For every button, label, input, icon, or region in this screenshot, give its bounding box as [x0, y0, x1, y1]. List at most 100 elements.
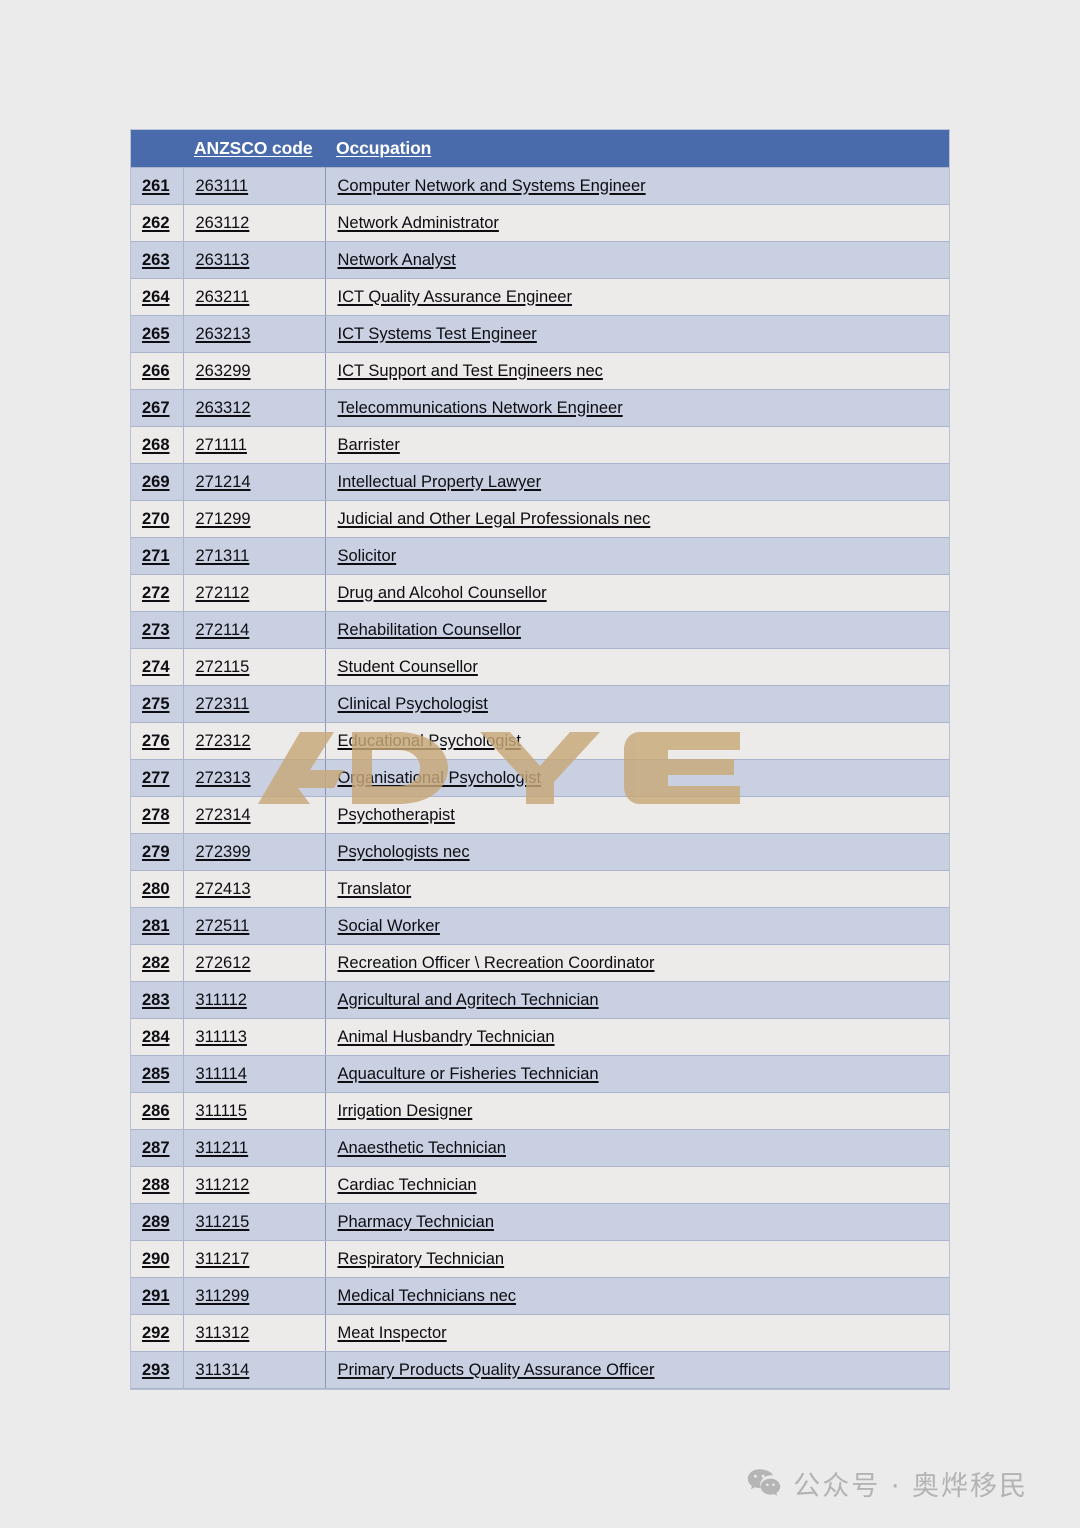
anzsco-code-cell: 311212	[183, 1165, 326, 1204]
table-row: 289 311215 Pharmacy Technician	[131, 1202, 949, 1241]
anzsco-code-value: 311211	[195, 1138, 249, 1157]
anzsco-code-value: 272114	[195, 620, 250, 639]
occupation-value: Aquaculture or Fisheries Technician	[337, 1064, 599, 1083]
anzsco-code-value: 271214	[195, 472, 251, 491]
row-index-value: 277	[141, 768, 170, 787]
footer-account-text: 公众号 · 奥烨移民	[793, 1470, 1028, 1502]
row-index-cell: 292	[131, 1313, 184, 1352]
table-row: 273 272114 Rehabilitation Counsellor	[131, 610, 949, 649]
anzsco-code-value: 311299	[195, 1286, 250, 1305]
row-index-value: 279	[141, 842, 170, 861]
row-index-cell: 290	[131, 1239, 184, 1278]
anzsco-code-cell: 311114	[183, 1054, 326, 1093]
anzsco-code-cell: 272311	[183, 684, 326, 723]
row-index-value: 283	[141, 990, 170, 1009]
anzsco-code-cell: 311112	[183, 980, 326, 1019]
anzsco-code-value: 272314	[195, 805, 251, 824]
occupation-cell: Cardiac Technician	[325, 1165, 949, 1204]
table-header-row: ANZSCO code Occupation	[131, 130, 949, 167]
row-index-value: 282	[141, 953, 170, 972]
occupation-value: Network Analyst	[337, 250, 456, 269]
occupation-cell: Anaesthetic Technician	[325, 1128, 949, 1167]
occupation-value: Anaesthetic Technician	[337, 1138, 506, 1157]
row-index-cell: 280	[131, 869, 184, 908]
occupation-cell: ICT Systems Test Engineer	[325, 314, 949, 353]
table-row: 264 263211 ICT Quality Assurance Engineer	[131, 277, 949, 316]
anzsco-code-value: 263312	[195, 398, 251, 417]
row-index-cell: 271	[131, 536, 184, 575]
anzsco-code-cell: 311312	[183, 1313, 326, 1352]
anzsco-code-value: 263213	[195, 324, 251, 343]
anzsco-code-value: 311314	[195, 1360, 250, 1379]
anzsco-code-cell: 263113	[183, 240, 326, 279]
row-index-value: 278	[141, 805, 170, 824]
table-row: 278 272314 Psychotherapist	[131, 795, 949, 834]
row-index-cell: 285	[131, 1054, 184, 1093]
row-index-value: 276	[141, 731, 170, 750]
row-index-cell: 272	[131, 573, 184, 612]
anzsco-code-value: 311114	[195, 1064, 247, 1083]
row-index-cell: 266	[131, 351, 184, 390]
table-row: 263 263113 Network Analyst	[131, 240, 949, 279]
occupation-cell: Judicial and Other Legal Professionals n…	[325, 499, 949, 538]
occupation-cell: Solicitor	[325, 536, 949, 575]
table-row: 265 263213 ICT Systems Test Engineer	[131, 314, 949, 353]
occupation-cell: Agricultural and Agritech Technician	[325, 980, 949, 1019]
row-index-cell: 288	[131, 1165, 184, 1204]
table-row: 262 263112 Network Administrator	[131, 203, 949, 242]
row-index-cell: 286	[131, 1091, 184, 1130]
row-index-value: 281	[141, 916, 170, 935]
row-index-value: 261	[141, 176, 170, 195]
occupation-value: Recreation Officer \ Recreation Coordina…	[337, 953, 655, 972]
anzsco-code-value: 311217	[195, 1249, 250, 1268]
row-index-cell: 282	[131, 943, 184, 982]
occupation-value: Psychotherapist	[337, 805, 455, 824]
occupation-cell: Barrister	[325, 425, 949, 464]
table-row: 292 311312 Meat Inspector	[131, 1313, 949, 1352]
row-index-cell: 267	[131, 388, 184, 427]
anzsco-code-cell: 272413	[183, 869, 326, 908]
occupation-cell: Psychologists nec	[325, 832, 949, 871]
anzsco-code-value: 272399	[195, 842, 251, 861]
occupation-cell: ICT Quality Assurance Engineer	[325, 277, 949, 316]
occupation-value: Pharmacy Technician	[337, 1212, 495, 1231]
occupation-value: Barrister	[337, 435, 400, 454]
anzsco-code-value: 272311	[195, 694, 250, 713]
anzsco-code-cell: 272114	[183, 610, 326, 649]
row-index-value: 267	[141, 398, 170, 417]
row-index-value: 292	[141, 1323, 170, 1342]
occupation-cell: Telecommunications Network Engineer	[325, 388, 949, 427]
anzsco-code-cell: 311217	[183, 1239, 326, 1278]
table-row: 285 311114 Aquaculture or Fisheries Techni…	[131, 1054, 949, 1093]
anzsco-code-cell: 311299	[183, 1276, 326, 1315]
anzsco-code-value: 311113	[195, 1027, 247, 1046]
anzsco-code-value: 271311	[195, 546, 250, 565]
table-row: 272 272112 Drug and Alcohol Counsellor	[131, 573, 949, 612]
anzsco-code-cell: 311113	[183, 1017, 326, 1056]
row-index-cell: 261	[131, 166, 184, 205]
table-row: 268 271111 Barrister	[131, 425, 949, 464]
occupation-value: Rehabilitation Counsellor	[337, 620, 521, 639]
anzsco-code-value: 311312	[195, 1323, 250, 1342]
row-index-value: 274	[141, 657, 170, 676]
occupation-value: Agricultural and Agritech Technician	[337, 990, 599, 1009]
row-index-cell: 279	[131, 832, 184, 871]
column-header-index	[131, 130, 183, 167]
row-index-value: 264	[141, 287, 170, 306]
anzsco-code-value: 311115	[195, 1101, 247, 1120]
occupation-value: Organisational Psychologist	[337, 768, 542, 787]
row-index-cell: 281	[131, 906, 184, 945]
occupation-cell: Translator	[325, 869, 949, 908]
row-index-cell: 287	[131, 1128, 184, 1167]
anzsco-code-value: 311215	[195, 1212, 250, 1231]
row-index-value: 289	[141, 1212, 170, 1231]
occupation-value: Meat Inspector	[337, 1323, 447, 1342]
table-row: 288 311212 Cardiac Technician	[131, 1165, 949, 1204]
occupation-value: ICT Systems Test Engineer	[337, 324, 537, 343]
anzsco-code-cell: 263111	[183, 166, 326, 205]
occupation-cell: Drug and Alcohol Counsellor	[325, 573, 949, 612]
occupation-cell: Rehabilitation Counsellor	[325, 610, 949, 649]
table-row: 281 272511 Social Worker	[131, 906, 949, 945]
row-index-cell: 293	[131, 1350, 184, 1389]
table-row: 276 272312 Educational Psychologist	[131, 721, 949, 760]
